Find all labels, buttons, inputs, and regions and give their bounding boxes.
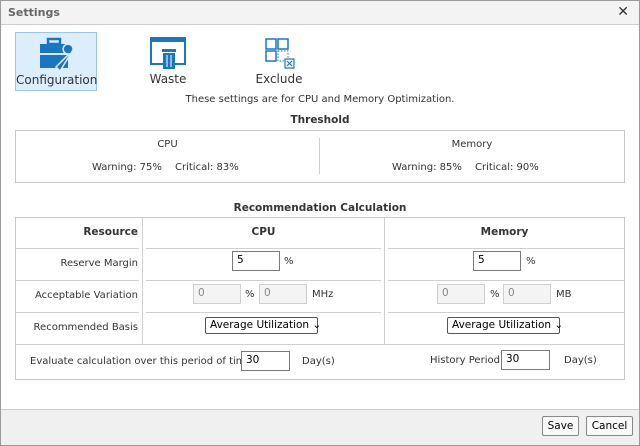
percent-label: % <box>490 289 500 300</box>
cpu-variation-mhz-input[interactable]: 0 <box>259 284 307 304</box>
threshold-memory-title: Memory <box>451 139 493 150</box>
percent-label: % <box>526 256 536 267</box>
acceptable-variation-label: Acceptable Variation <box>34 290 138 301</box>
settings-dialog: Settings ✕ Configuration Waste Exclude T… <box>0 0 640 446</box>
close-icon[interactable]: ✕ <box>617 4 629 20</box>
cpu-critical: Critical: 83% <box>175 162 239 173</box>
reserve-margin-label: Reserve Margin <box>60 258 138 269</box>
history-period-label: History Period <box>430 355 500 366</box>
percent-label: % <box>245 289 255 300</box>
tab-waste[interactable]: Waste <box>127 32 209 91</box>
recommendation-heading: Recommendation Calculation <box>233 202 407 214</box>
memory-critical: Critical: 90% <box>475 162 539 173</box>
mb-label: MB <box>556 289 572 300</box>
selected-value: Average Utilization <box>452 319 552 331</box>
tab-label: Waste <box>149 72 187 86</box>
col-memory: Memory <box>480 226 529 238</box>
toolbox-wrench-icon <box>40 37 74 71</box>
chevron-down-icon: ⌄ <box>312 319 322 331</box>
grid-exclude-icon <box>265 38 295 69</box>
tab-label: Exclude <box>255 72 303 86</box>
recommendation-panel: Resource CPU Memory Reserve Margin 5 % 5… <box>15 217 625 380</box>
col-resource: Resource <box>83 226 138 238</box>
recommended-basis-label: Recommended Basis <box>33 322 138 333</box>
dialog-title: Settings <box>8 6 60 19</box>
threshold-heading: Threshold <box>290 114 350 126</box>
memory-reserve-input[interactable]: 5 <box>473 251 521 271</box>
memory-basis-select[interactable]: Average Utilization ⌄ <box>447 317 564 334</box>
days-label: Day(s) <box>302 356 335 367</box>
dialog-footer: Save Cancel <box>1 409 639 445</box>
evaluate-period-input[interactable]: 30 <box>241 351 290 371</box>
cancel-button[interactable]: Cancel <box>586 416 633 436</box>
cpu-basis-select[interactable]: Average Utilization ⌄ <box>205 317 322 334</box>
mhz-label: MHz <box>312 289 334 300</box>
history-period-input[interactable]: 30 <box>501 350 550 370</box>
subtitle: These settings are for CPU and Memory Op… <box>185 94 455 105</box>
memory-warning: Warning: 85% <box>392 162 462 173</box>
tab-exclude[interactable]: Exclude <box>238 32 320 91</box>
percent-label: % <box>284 256 294 267</box>
selected-value: Average Utilization <box>210 319 310 331</box>
title-bar: Settings ✕ <box>1 1 639 25</box>
chevron-down-icon: ⌄ <box>554 319 564 331</box>
col-cpu: CPU <box>251 226 276 238</box>
threshold-panel: CPU Warning: 75% Critical: 83% Memory Wa… <box>15 130 625 183</box>
threshold-cpu-title: CPU <box>157 139 178 150</box>
tab-label: Configuration <box>16 73 98 87</box>
memory-variation-percent-input[interactable]: 0 <box>437 284 485 304</box>
memory-variation-mb-input[interactable]: 0 <box>503 284 551 304</box>
evaluate-label: Evaluate calculation over this period of… <box>30 356 252 367</box>
tab-configuration[interactable]: Configuration <box>15 32 97 91</box>
cpu-warning: Warning: 75% <box>92 162 162 173</box>
cpu-reserve-input[interactable]: 5 <box>232 251 280 271</box>
trash-window-icon <box>150 37 186 69</box>
days-label: Day(s) <box>564 355 597 366</box>
cpu-variation-percent-input[interactable]: 0 <box>193 284 241 304</box>
save-button[interactable]: Save <box>542 416 579 436</box>
